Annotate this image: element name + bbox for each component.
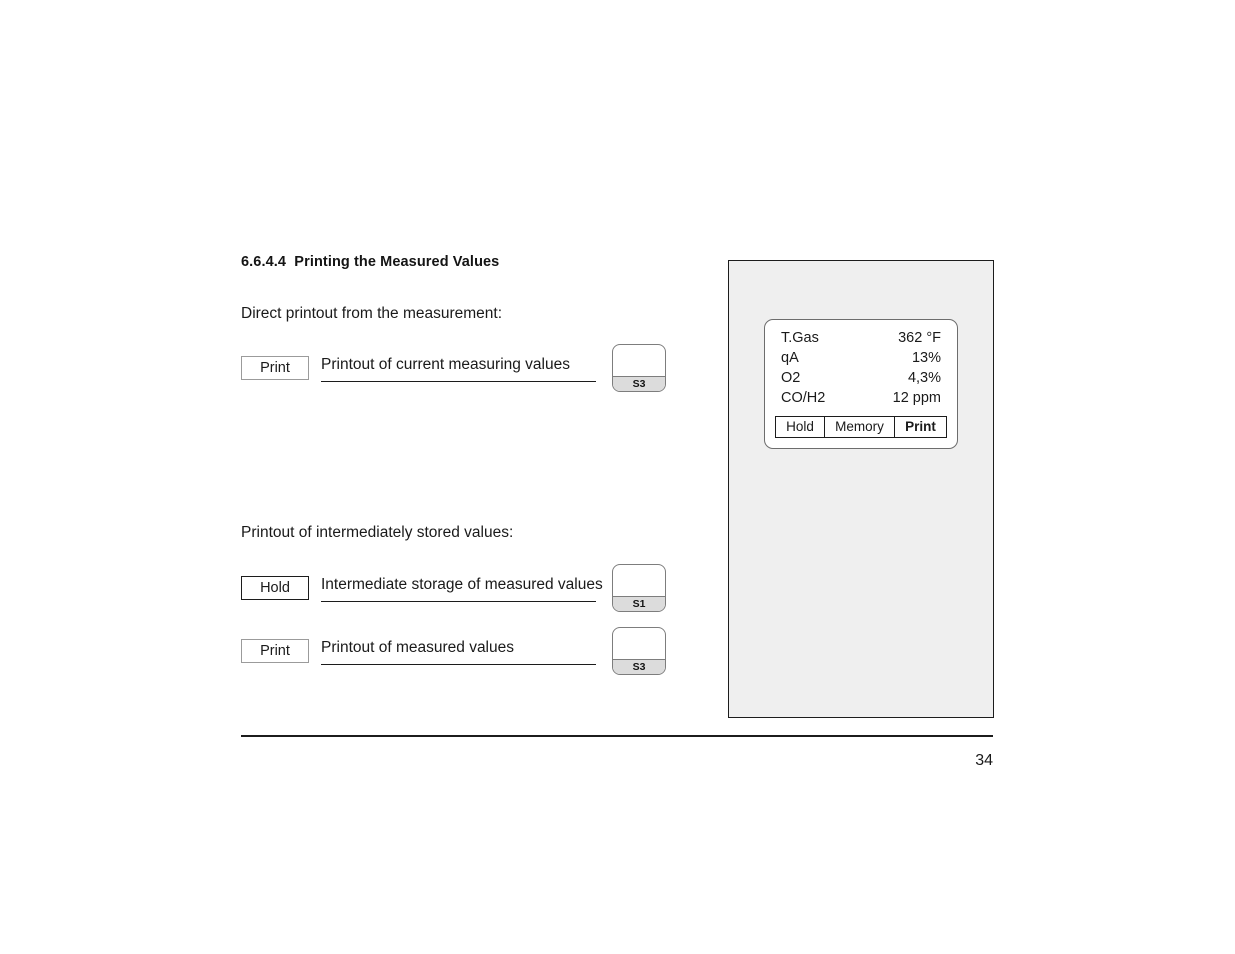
action-row: Print Printout of current measuring valu… <box>241 344 681 400</box>
print-button[interactable]: Print <box>241 356 309 380</box>
lcd-reading-row: T.Gas 362 °F <box>777 328 945 348</box>
action-description-label: Printout of measured values <box>321 639 514 656</box>
action-description-label: Intermediate storage of measured values <box>321 576 603 593</box>
device-lcd-display: T.Gas 362 °F qA 13% O2 4,3% CO/H2 12 ppm… <box>764 319 958 449</box>
key-label: S3 <box>613 376 665 391</box>
key-body: S3 <box>612 627 666 675</box>
action-description: Printout of measured values <box>321 635 596 665</box>
softkey-print[interactable]: Print <box>894 417 946 437</box>
action-description-label: Printout of current measuring values <box>321 356 570 373</box>
key-label: S1 <box>613 596 665 611</box>
device-key-s1-icon: S1 <box>612 564 666 612</box>
softkey-memory[interactable]: Memory <box>824 417 894 437</box>
instructions-column: 6.6.4.4 Printing the Measured Values Dir… <box>241 252 681 675</box>
action-description: Intermediate storage of measured values <box>321 572 603 602</box>
page-title: 6.6.4.4 Printing the Measured Values <box>241 254 500 270</box>
action-description: Printout of current measuring values <box>321 352 596 382</box>
lcd-reading-value: 362 °F <box>898 330 941 346</box>
lcd-reading-row: qA 13% <box>777 348 945 368</box>
hold-button[interactable]: Hold <box>241 576 309 600</box>
action-row: Hold Intermediate storage of measured va… <box>241 564 681 620</box>
footer-divider <box>241 735 993 737</box>
key-body: S1 <box>612 564 666 612</box>
lcd-reading-row: O2 4,3% <box>777 368 945 388</box>
softkey-hold[interactable]: Hold <box>776 417 824 437</box>
key-body: S3 <box>612 344 666 392</box>
lcd-reading-label: CO/H2 <box>781 390 826 406</box>
lcd-softkey-bar: Hold Memory Print <box>775 416 947 438</box>
lcd-reading-label: O2 <box>781 370 801 386</box>
lcd-reading-label: qA <box>781 350 799 366</box>
lcd-reading-label: T.Gas <box>781 330 819 346</box>
section-intro-direct-printout: Direct printout from the measurement: <box>241 305 503 322</box>
page-number: 34 <box>975 752 993 769</box>
lcd-reading-value: 4,3% <box>907 370 941 386</box>
print-button[interactable]: Print <box>241 639 309 663</box>
lcd-reading-value: 12 ppm <box>892 390 941 406</box>
section-intro-stored-values: Printout of intermediately stored values… <box>241 524 514 541</box>
device-illustration-panel: T.Gas 362 °F qA 13% O2 4,3% CO/H2 12 ppm… <box>728 260 994 718</box>
key-label: S3 <box>613 659 665 674</box>
manual-page: 6.6.4.4 Printing the Measured Values Dir… <box>0 0 1235 954</box>
lcd-reading-row: CO/H2 12 ppm <box>777 388 945 408</box>
lcd-reading-value: 13% <box>911 350 941 366</box>
device-key-s3-icon: S3 <box>612 344 666 392</box>
device-key-s3-icon: S3 <box>612 627 666 675</box>
action-row: Print Printout of measured values S3 <box>241 627 681 683</box>
